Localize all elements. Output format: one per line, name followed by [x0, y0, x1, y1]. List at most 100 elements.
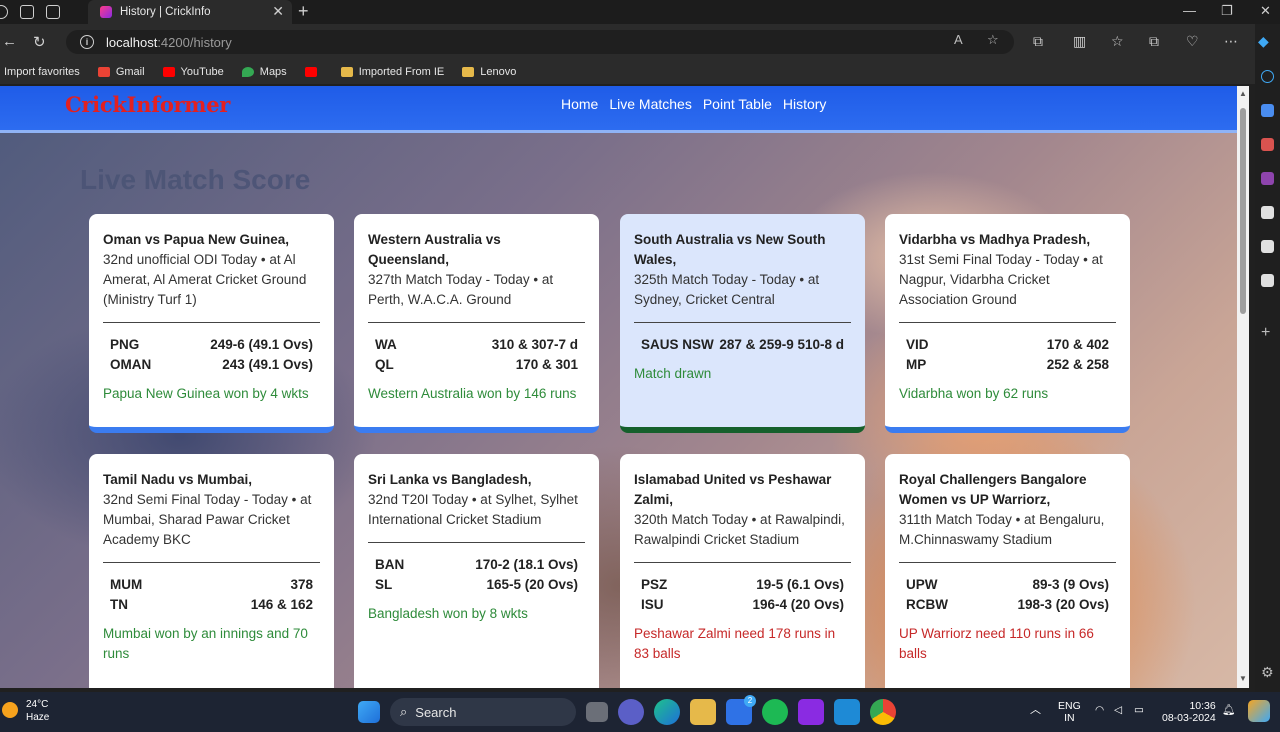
tab-strip: History | CrickInfo ✕ + — ❐ ✕ [0, 0, 1280, 24]
fav-gmail[interactable]: Gmail [97, 66, 145, 78]
match-card[interactable]: Tamil Nadu vs Mumbai, 32nd Semi Final To… [89, 454, 334, 688]
team-score: 243 (49.1 Ovs) [222, 357, 313, 372]
url-bar[interactable]: i localhost:4200/history [66, 30, 1014, 54]
team-name: PNG [110, 337, 140, 352]
back-icon[interactable]: ← [2, 33, 17, 50]
shopping-icon[interactable] [1261, 104, 1274, 117]
weather-widget[interactable]: 24°C Haze [2, 698, 49, 724]
score-row: TN 146 & 162 [103, 595, 320, 615]
edge-sidebar: + ⚙ [1255, 60, 1280, 692]
match-result: Peshawar Zalmi need 178 runs in 83 balls [634, 626, 836, 661]
team-name: MUM [110, 577, 143, 592]
match-card[interactable]: Oman vs Papua New Guinea, 32nd unofficia… [89, 214, 334, 433]
fav-imported-ie[interactable]: Imported From IE [340, 66, 445, 78]
scroll-down-icon[interactable]: ▼ [1239, 674, 1247, 683]
performance-icon[interactable]: ♡ [1186, 33, 1199, 50]
chrome-icon[interactable] [870, 699, 896, 725]
match-card[interactable]: Sri Lanka vs Bangladesh, 32nd T20I Today… [354, 454, 599, 688]
team-score: 249-6 (49.1 Ovs) [210, 337, 313, 352]
volume-icon[interactable]: ◁ [1114, 704, 1122, 716]
profile-icon[interactable] [0, 5, 8, 19]
divider [634, 562, 851, 563]
search-icon[interactable] [1261, 70, 1274, 83]
more-menu-icon[interactable]: ⋯ [1224, 33, 1238, 50]
score-row: BAN 170-2 (18.1 Ovs) [368, 555, 585, 575]
page-content: CrickInformer Home Live Matches Point Ta… [0, 86, 1237, 688]
match-card[interactable]: Islamabad United vs Peshawar Zalmi, 320t… [620, 454, 865, 688]
nav-home[interactable]: Home [561, 96, 598, 112]
match-title: Oman vs Papua New Guinea, [103, 232, 290, 247]
start-icon[interactable] [358, 701, 380, 723]
tab-history[interactable]: History | CrickInfo ✕ [88, 0, 292, 24]
team-name: TN [110, 597, 128, 612]
nav-point-table[interactable]: Point Table [703, 96, 772, 112]
fav-lenovo[interactable]: Lenovo [462, 66, 516, 78]
read-aloud-icon[interactable]: A [954, 32, 963, 47]
games-icon[interactable] [1261, 172, 1274, 185]
split-screen-icon[interactable]: ▥ [1073, 33, 1086, 50]
fav-youtube-2[interactable] [304, 67, 323, 77]
favorites-bar: Import favorites Gmail YouTube Maps Impo… [0, 60, 1255, 84]
battery-icon[interactable]: ▭ [1134, 704, 1144, 716]
clock[interactable]: 10:36 08-03-2024 [1162, 700, 1216, 724]
close-window-icon[interactable]: ✕ [1260, 3, 1271, 19]
refresh-icon[interactable]: ↻ [33, 33, 46, 51]
match-title: Tamil Nadu vs Mumbai, [103, 472, 253, 487]
match-card[interactable]: Royal Challengers Bangalore Women vs UP … [885, 454, 1130, 688]
tray-chevron-icon[interactable]: ︿ [1030, 704, 1041, 716]
office-icon[interactable] [1261, 206, 1274, 219]
fav-label: Imported From IE [358, 66, 445, 78]
match-card[interactable]: Western Australia vs Queensland, 327th M… [354, 214, 599, 433]
settings-gear-icon[interactable] [1261, 274, 1274, 287]
team-score: 310 & 307-7 d [491, 337, 578, 352]
divider [368, 542, 585, 543]
match-description: 320th Match Today • at Rawalpindi, Rawal… [634, 512, 845, 547]
edge-icon[interactable] [654, 699, 680, 725]
tab-actions-icon[interactable] [46, 5, 60, 19]
site-info-icon[interactable]: i [80, 35, 94, 49]
weather-sun-icon [2, 702, 18, 718]
windows-taskbar: 24°C Haze ⌕ Search 2 ︿ ENG IN ◠ ◁ ▭ 10:3… [0, 692, 1280, 732]
wifi-icon[interactable]: ◠ [1095, 704, 1104, 716]
language-indicator[interactable]: ENG IN [1058, 700, 1081, 724]
page-scrollbar[interactable]: ▲ ▼ [1237, 86, 1249, 688]
task-view-icon[interactable] [586, 702, 608, 722]
teams-icon[interactable] [618, 699, 644, 725]
match-card[interactable]: Vidarbha vs Madhya Pradesh, 31st Semi Fi… [885, 214, 1130, 433]
site-logo[interactable]: CrickInformer [65, 92, 230, 117]
nav-live-matches[interactable]: Live Matches [609, 96, 691, 112]
extensions-icon[interactable]: ⧉ [1033, 33, 1043, 50]
scroll-up-icon[interactable]: ▲ [1239, 89, 1247, 98]
nav-history[interactable]: History [783, 96, 827, 112]
new-tab-icon[interactable]: + [298, 1, 309, 22]
favorites-icon[interactable]: ☆ [1111, 33, 1124, 50]
fav-youtube[interactable]: YouTube [162, 66, 224, 78]
vscode-icon[interactable] [834, 699, 860, 725]
team-score: 89-3 (9 Ovs) [1032, 577, 1109, 592]
tools-icon[interactable] [1261, 138, 1274, 151]
spotify-icon[interactable] [762, 699, 788, 725]
notification-bell-icon[interactable]: 🔔︎ [1222, 704, 1235, 716]
copilot-icon[interactable]: ◆ [1258, 33, 1269, 50]
lenovo-vantage-icon[interactable]: 2 [726, 695, 756, 725]
collections-icon[interactable]: ⧉ [1149, 33, 1159, 50]
outlook-icon[interactable] [1261, 240, 1274, 253]
fav-maps[interactable]: Maps [241, 66, 287, 78]
workspaces-icon[interactable] [20, 5, 34, 19]
fav-label: Import favorites [4, 66, 80, 78]
add-sidebar-app-icon[interactable]: + [1261, 325, 1274, 341]
scroll-thumb[interactable] [1240, 108, 1246, 314]
minimize-icon[interactable]: — [1183, 3, 1196, 18]
copilot-taskbar-icon[interactable] [1248, 700, 1270, 722]
match-card[interactable]: South Australia vs New South Wales, 325t… [620, 214, 865, 433]
sidebar-settings-icon[interactable]: ⚙ [1261, 665, 1274, 679]
intellij-icon[interactable] [798, 699, 824, 725]
taskbar-search[interactable]: ⌕ Search [390, 698, 576, 726]
favorite-star-icon[interactable]: ☆ [987, 32, 999, 48]
file-explorer-icon[interactable] [690, 699, 716, 725]
team-name: ISU [641, 597, 664, 612]
score-row: ISU 196-4 (20 Ovs) [634, 595, 851, 615]
fav-import[interactable]: Import favorites [0, 66, 80, 78]
maximize-icon[interactable]: ❐ [1221, 3, 1233, 19]
close-tab-icon[interactable]: ✕ [272, 3, 284, 20]
